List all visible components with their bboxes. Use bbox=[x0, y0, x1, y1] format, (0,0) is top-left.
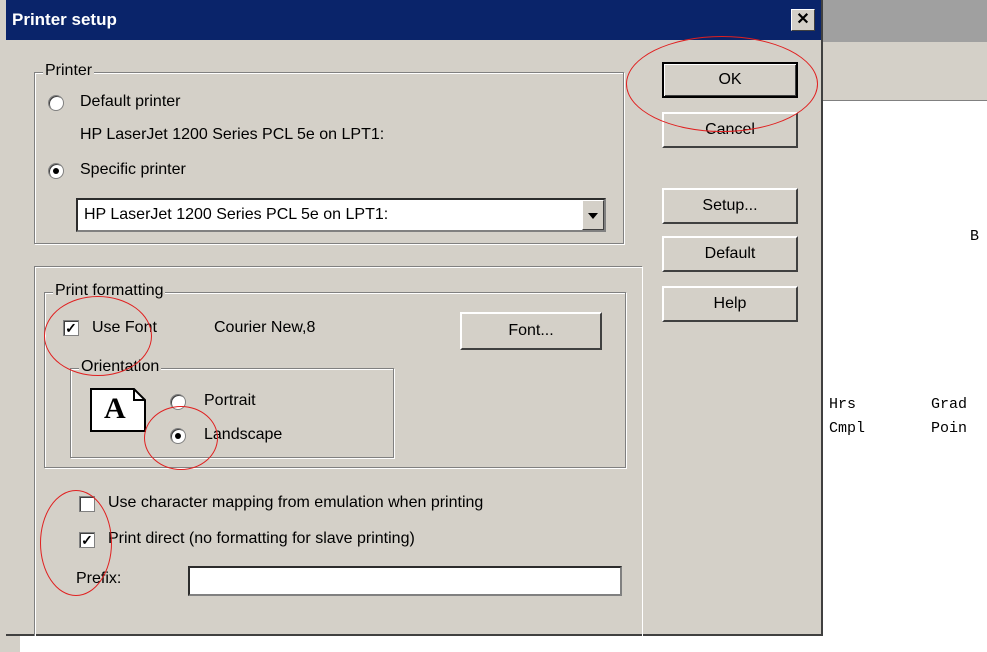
background-title-stripe bbox=[823, 0, 987, 42]
close-icon: ✕ bbox=[796, 11, 810, 28]
orientation-page-icon: A bbox=[90, 388, 146, 432]
printer-select[interactable]: HP LaserJet 1200 Series PCL 5e on LPT1: bbox=[76, 198, 606, 232]
printer-group-legend: Printer bbox=[43, 62, 95, 80]
dialog-title: Printer setup bbox=[12, 10, 117, 29]
char-mapping-label: Use character mapping from emulation whe… bbox=[108, 494, 484, 511]
print-direct-checkbox[interactable]: ✓ bbox=[79, 532, 95, 548]
printer-setup-dialog: Printer setup ✕ Printer Default printer … bbox=[6, 0, 823, 636]
default-printer-label: Default printer bbox=[80, 93, 181, 110]
print-direct-label: Print direct (no formatting for slave pr… bbox=[108, 530, 415, 547]
prefix-input[interactable] bbox=[188, 566, 622, 596]
landscape-label: Landscape bbox=[204, 426, 283, 443]
landscape-radio[interactable] bbox=[170, 428, 186, 444]
char-mapping-checkbox[interactable] bbox=[79, 496, 95, 512]
portrait-label: Portrait bbox=[204, 392, 256, 409]
radio-selected-dot bbox=[53, 168, 59, 174]
background-text-b: B bbox=[970, 228, 980, 245]
setup-button[interactable]: Setup... bbox=[662, 188, 798, 224]
default-printer-radio[interactable] bbox=[48, 95, 64, 111]
background-toolbar bbox=[823, 42, 987, 101]
dialog-title-bar[interactable]: Printer setup ✕ bbox=[6, 0, 821, 40]
background-text-cmpl: Cmpl bbox=[829, 420, 866, 437]
background-text-point: Poin bbox=[931, 420, 968, 437]
cancel-button[interactable]: Cancel bbox=[662, 112, 798, 148]
printer-select-value: HP LaserJet 1200 Series PCL 5e on LPT1: bbox=[84, 206, 389, 223]
background-text-hrs: Hrs bbox=[829, 396, 857, 413]
use-font-label: Use Font bbox=[92, 319, 157, 336]
specific-printer-radio[interactable] bbox=[48, 163, 64, 179]
background-scrollbar-stub bbox=[0, 636, 20, 652]
orientation-letter: A bbox=[104, 392, 126, 425]
background-text-grad: Grad bbox=[931, 396, 968, 413]
font-value: Courier New,8 bbox=[214, 319, 316, 336]
portrait-radio[interactable] bbox=[170, 394, 186, 410]
default-printer-name: HP LaserJet 1200 Series PCL 5e on LPT1: bbox=[80, 126, 385, 143]
help-button[interactable]: Help bbox=[662, 286, 798, 322]
font-button[interactable]: Font... bbox=[460, 312, 602, 350]
orientation-legend: Orientation bbox=[79, 358, 162, 376]
prefix-label: Prefix: bbox=[76, 570, 122, 587]
background-title-bar bbox=[823, 0, 987, 42]
close-button[interactable]: ✕ bbox=[791, 9, 815, 31]
specific-printer-label: Specific printer bbox=[80, 161, 186, 178]
default-button[interactable]: Default bbox=[662, 236, 798, 272]
radio-selected-dot bbox=[175, 433, 181, 439]
print-formatting-legend: Print formatting bbox=[53, 282, 166, 300]
chevron-down-icon[interactable] bbox=[582, 200, 604, 230]
use-font-checkbox[interactable]: ✓ bbox=[63, 320, 79, 336]
ok-button[interactable]: OK bbox=[662, 62, 798, 98]
